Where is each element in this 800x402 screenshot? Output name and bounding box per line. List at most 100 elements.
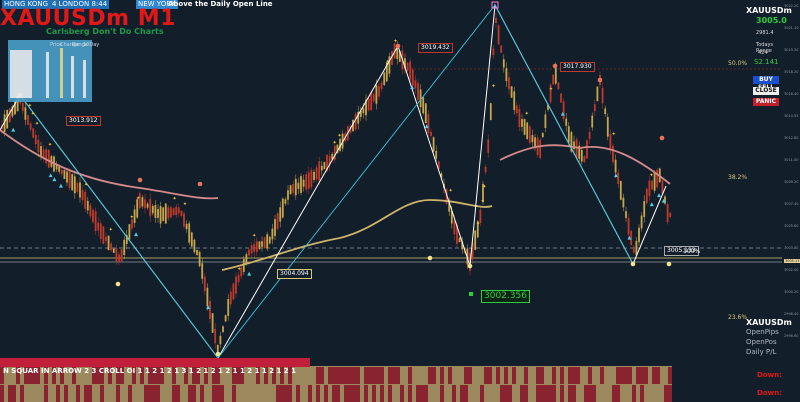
up-arrow-marker: ▲ — [134, 232, 138, 238]
up-arrow-marker: ▲ — [59, 183, 63, 189]
candle-body — [227, 299, 230, 316]
price-axis-tick: 3005.60 — [784, 224, 799, 228]
up-arrow-marker: ▲ — [627, 235, 631, 241]
buy-sell-button[interactable]: BUY SELL — [753, 76, 779, 91]
histogram-bar — [540, 385, 544, 402]
candle-body — [453, 220, 456, 235]
candle-body — [110, 243, 113, 251]
histogram-bar — [212, 385, 216, 402]
candle-body — [523, 119, 526, 135]
candle-body — [248, 249, 250, 256]
indicator-toolbar-text: N SQUAR IN ARROW 2 3 CROLL OI 1 1 2 1 2 … — [3, 367, 296, 375]
candle-body — [567, 126, 570, 143]
histogram-bar — [296, 385, 300, 402]
candle-body — [79, 182, 81, 198]
candle-body — [237, 274, 240, 283]
swing-high-label: 3017.930 — [560, 62, 595, 72]
position-panel-symbol: XAUUSDm — [746, 318, 792, 327]
panic-button[interactable]: PANIC — [753, 98, 779, 106]
histogram-bar — [376, 367, 380, 384]
histogram-bar — [420, 385, 424, 402]
histogram-bar — [324, 385, 328, 402]
candle-body — [144, 199, 146, 209]
swing-high-dot — [659, 135, 665, 141]
candle-body — [268, 236, 271, 244]
candle-body — [146, 203, 149, 208]
candle-body — [120, 249, 123, 262]
histogram-bar — [348, 385, 352, 402]
candle-body — [112, 248, 115, 253]
candle-body — [188, 223, 191, 243]
price-axis-tick: 3007.40 — [784, 202, 799, 206]
candle-body — [531, 135, 534, 143]
histogram-bar — [352, 385, 356, 402]
down-arrow-marker: ✦ — [84, 182, 88, 188]
candle-body — [276, 213, 279, 229]
histogram-bar — [284, 385, 288, 402]
histogram-bar — [276, 385, 280, 402]
histogram-bar — [220, 385, 224, 402]
up-arrow-marker: ▲ — [247, 271, 251, 277]
up-arrow-marker: ▲ — [561, 111, 565, 117]
histogram-bar — [332, 367, 336, 384]
histogram-bar — [548, 385, 552, 402]
histogram-bar — [460, 385, 464, 402]
price-axis-tick: 2998.40 — [784, 312, 799, 316]
histogram-bar — [668, 385, 672, 402]
candle-body — [232, 283, 235, 300]
indicator-toolbar[interactable]: N SQUAR IN ARROW 2 3 CROLL OI 1 1 2 1 2 … — [0, 358, 310, 375]
price-axis-tick: 3018.20 — [784, 70, 799, 74]
candle-body — [318, 161, 321, 181]
candle-body — [40, 146, 42, 156]
candle-body — [284, 199, 287, 204]
candle-body — [37, 139, 40, 153]
up-arrow-marker: ▲ — [410, 84, 414, 90]
price-axis[interactable]: 3022.20 3021.10 3019.30 3018.20 3016.40 3014.… — [782, 0, 800, 360]
candle-body — [521, 119, 523, 127]
open-pips-label: OpenPips — [746, 328, 779, 336]
swing-high-dot — [597, 77, 603, 83]
candle-body — [489, 103, 492, 121]
histogram-bar — [560, 385, 564, 402]
histogram-bar — [524, 385, 528, 402]
histogram-bar — [552, 385, 556, 402]
candle-body — [320, 165, 323, 171]
candle-body — [255, 241, 258, 252]
price-chart[interactable]: ✦▲✦✦▲▲✦ ✦▲ ✦✦✦✦✦▲▲▲✦✦▲✦▲▲✦✦✦✦✦✦▲✦✦✦✦▲✦✦▲▲▲ — [0, 0, 800, 402]
dashboard-bar — [60, 48, 63, 98]
histogram-bar — [144, 385, 148, 402]
histogram-bar — [424, 385, 428, 402]
chart-window: ✦ ▲ ✦ ✦ ▲ ▲ ✦ ✦ ▲ ✦ ✦ ✦ ✦ ✦ ▲ ▲ ▲ ✦ ✦ ▲ ✦ ▲ ▲ ✦ ✦ ✦ ✦ ✦ ✦ ▲ ✦ ✦ ✦ ✦ ▲ ✦ ✦ ▲ ▲ ▲… — [0, 0, 800, 402]
histogram-bar — [576, 367, 580, 384]
histogram-bar — [504, 385, 508, 402]
candle-body — [541, 132, 544, 138]
candle-body — [406, 62, 409, 71]
slow-moving-average — [0, 129, 219, 200]
histogram-bar — [440, 367, 444, 384]
histogram-bar — [100, 385, 104, 402]
down-arrow-marker: ✦ — [448, 188, 452, 194]
down-arrow-marker: ✦ — [482, 184, 486, 190]
down-arrow-marker: ✦ — [109, 227, 113, 233]
candle-body — [544, 114, 547, 128]
swing-low-dot — [467, 263, 473, 269]
up-arrow-marker: ▲ — [52, 176, 56, 182]
candle-body — [669, 212, 672, 218]
candle-body — [177, 207, 180, 214]
histogram-bar — [544, 385, 548, 402]
candle-body — [123, 239, 126, 256]
candle-body — [307, 172, 310, 189]
candle-body — [193, 239, 196, 253]
candle-body — [157, 209, 159, 218]
histogram-bar — [408, 367, 412, 384]
up-arrow-marker: ▲ — [657, 193, 661, 199]
candle-body — [539, 139, 542, 159]
close-button[interactable]: CLOSE — [753, 87, 779, 95]
histogram-bar — [328, 367, 332, 384]
candle-body — [580, 149, 583, 162]
swing-low-dot — [630, 261, 636, 267]
candle-body — [305, 174, 308, 190]
histogram-bar — [620, 367, 624, 384]
trade-panel-line: 2981.4 — [756, 30, 774, 36]
candle-body — [422, 97, 425, 114]
